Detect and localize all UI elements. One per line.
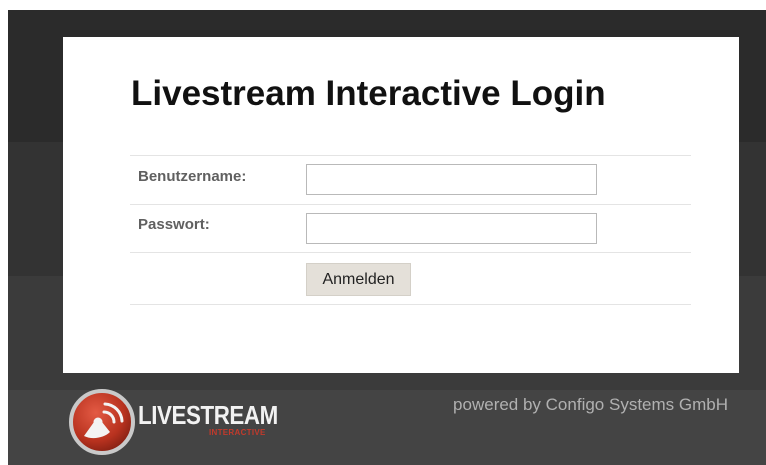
logo-subtitle: INTERACTIVE xyxy=(209,428,266,437)
logo-wordmark: LIVESTREAM xyxy=(138,400,278,430)
password-label: Passwort: xyxy=(138,216,210,233)
livestream-logo-icon xyxy=(69,389,135,455)
login-button[interactable]: Anmelden xyxy=(306,263,411,296)
powered-by-text: powered by Configo Systems GmbH xyxy=(453,395,728,414)
page-background: Livestream Interactive Login Benutzernam… xyxy=(8,10,766,465)
username-input[interactable] xyxy=(306,164,597,195)
divider xyxy=(130,204,691,205)
login-panel: Livestream Interactive Login Benutzernam… xyxy=(63,37,739,373)
username-label: Benutzername: xyxy=(138,168,247,185)
divider xyxy=(130,252,691,253)
divider xyxy=(130,304,691,305)
page-title: Livestream Interactive Login xyxy=(131,74,606,113)
livestream-logo: LIVESTREAM INTERACTIVE xyxy=(66,386,296,458)
divider xyxy=(130,155,691,156)
password-input[interactable] xyxy=(306,213,597,244)
